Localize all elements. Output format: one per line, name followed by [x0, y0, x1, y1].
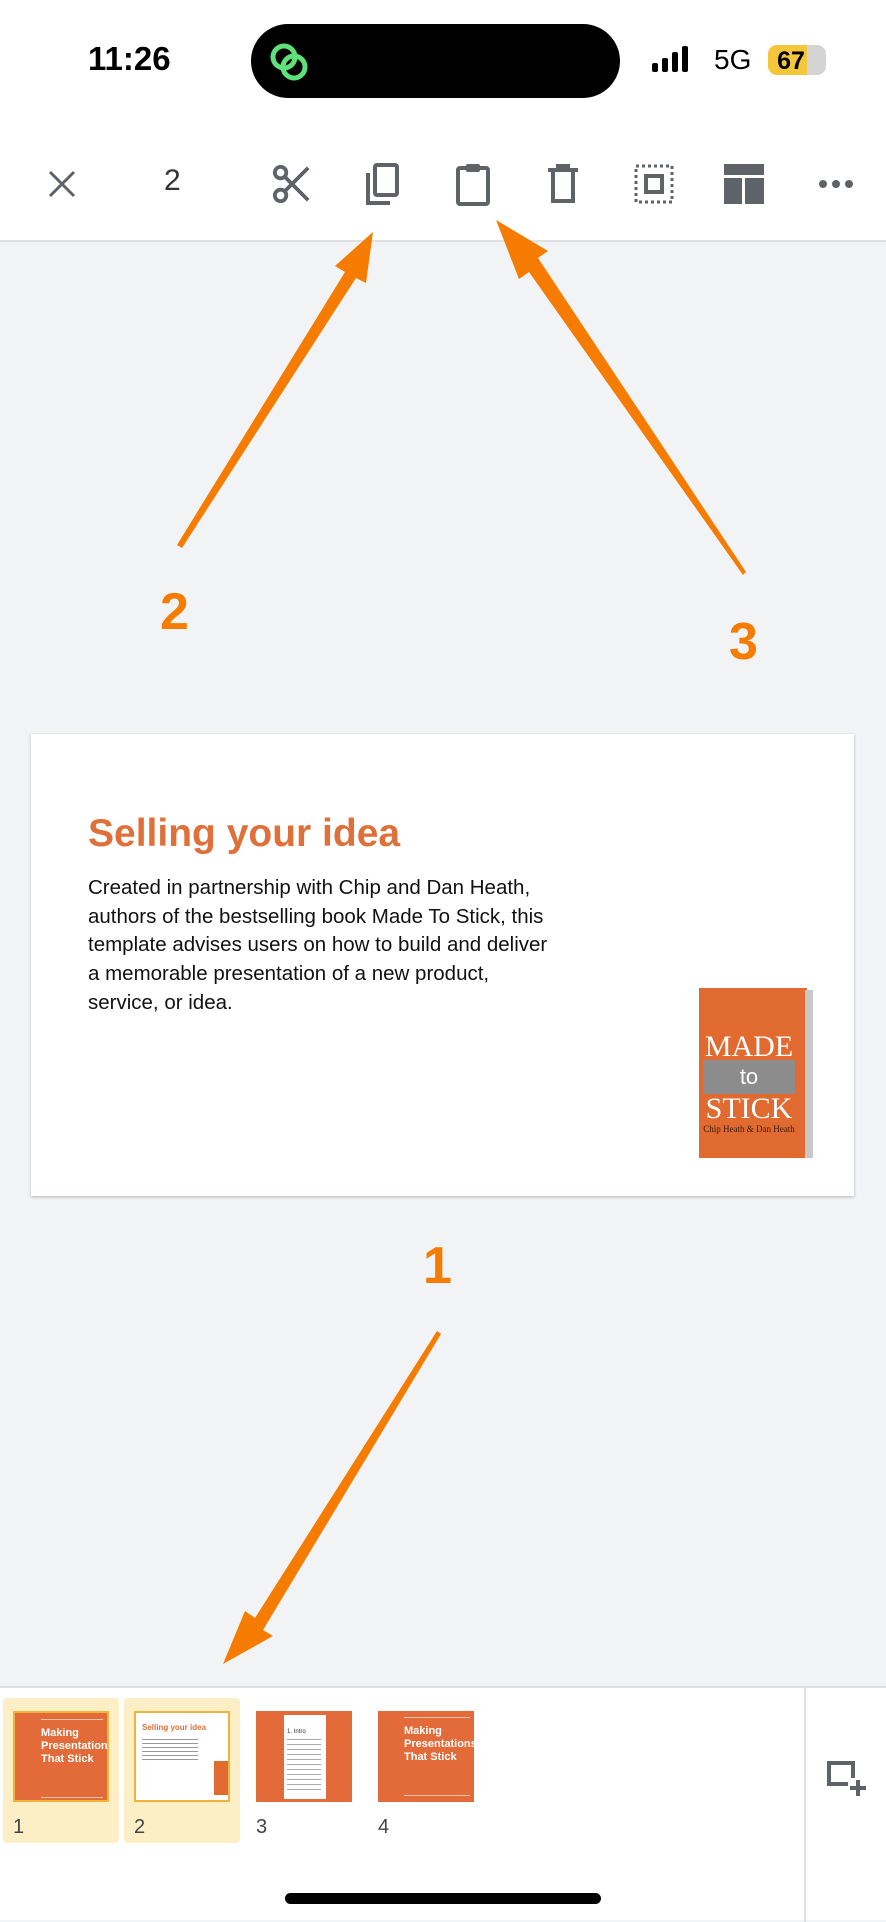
slide-thumbnail-3[interactable]: 1. Intro 3	[246, 1698, 362, 1843]
thumb-title: Making Presentations That Stick	[404, 1725, 474, 1763]
slide-number: 3	[256, 1816, 268, 1838]
annotation-label-3: 3	[729, 613, 758, 671]
slide-number: 2	[134, 1816, 146, 1838]
annotation-label-1: 1	[423, 1237, 452, 1295]
arrow-3	[496, 220, 746, 575]
add-slide-icon[interactable]	[826, 1760, 866, 1796]
home-indicator[interactable]	[285, 1893, 601, 1904]
annotation-label-2: 2	[160, 583, 189, 641]
slide-filmstrip: Making Presentations That Stick 1 Sellin…	[0, 1686, 886, 1922]
slide-thumbnail-4[interactable]: Making Presentations That Stick 4	[368, 1698, 484, 1843]
thumb-title: Selling your idea	[142, 1723, 207, 1732]
arrow-1	[223, 1331, 441, 1664]
slide-thumbnail-2[interactable]: Selling your idea 2	[124, 1698, 240, 1843]
slide-number: 1	[13, 1816, 25, 1838]
arrow-2	[177, 232, 373, 548]
filmstrip-divider	[804, 1688, 806, 1922]
slide-thumbnail-1[interactable]: Making Presentations That Stick 1	[3, 1698, 119, 1843]
thumb-title: Making Presentations That Stick	[41, 1727, 109, 1765]
slide-number: 4	[378, 1816, 390, 1838]
annotation-arrows	[177, 220, 746, 1664]
thumb-title: 1. Intro	[287, 1729, 306, 1735]
